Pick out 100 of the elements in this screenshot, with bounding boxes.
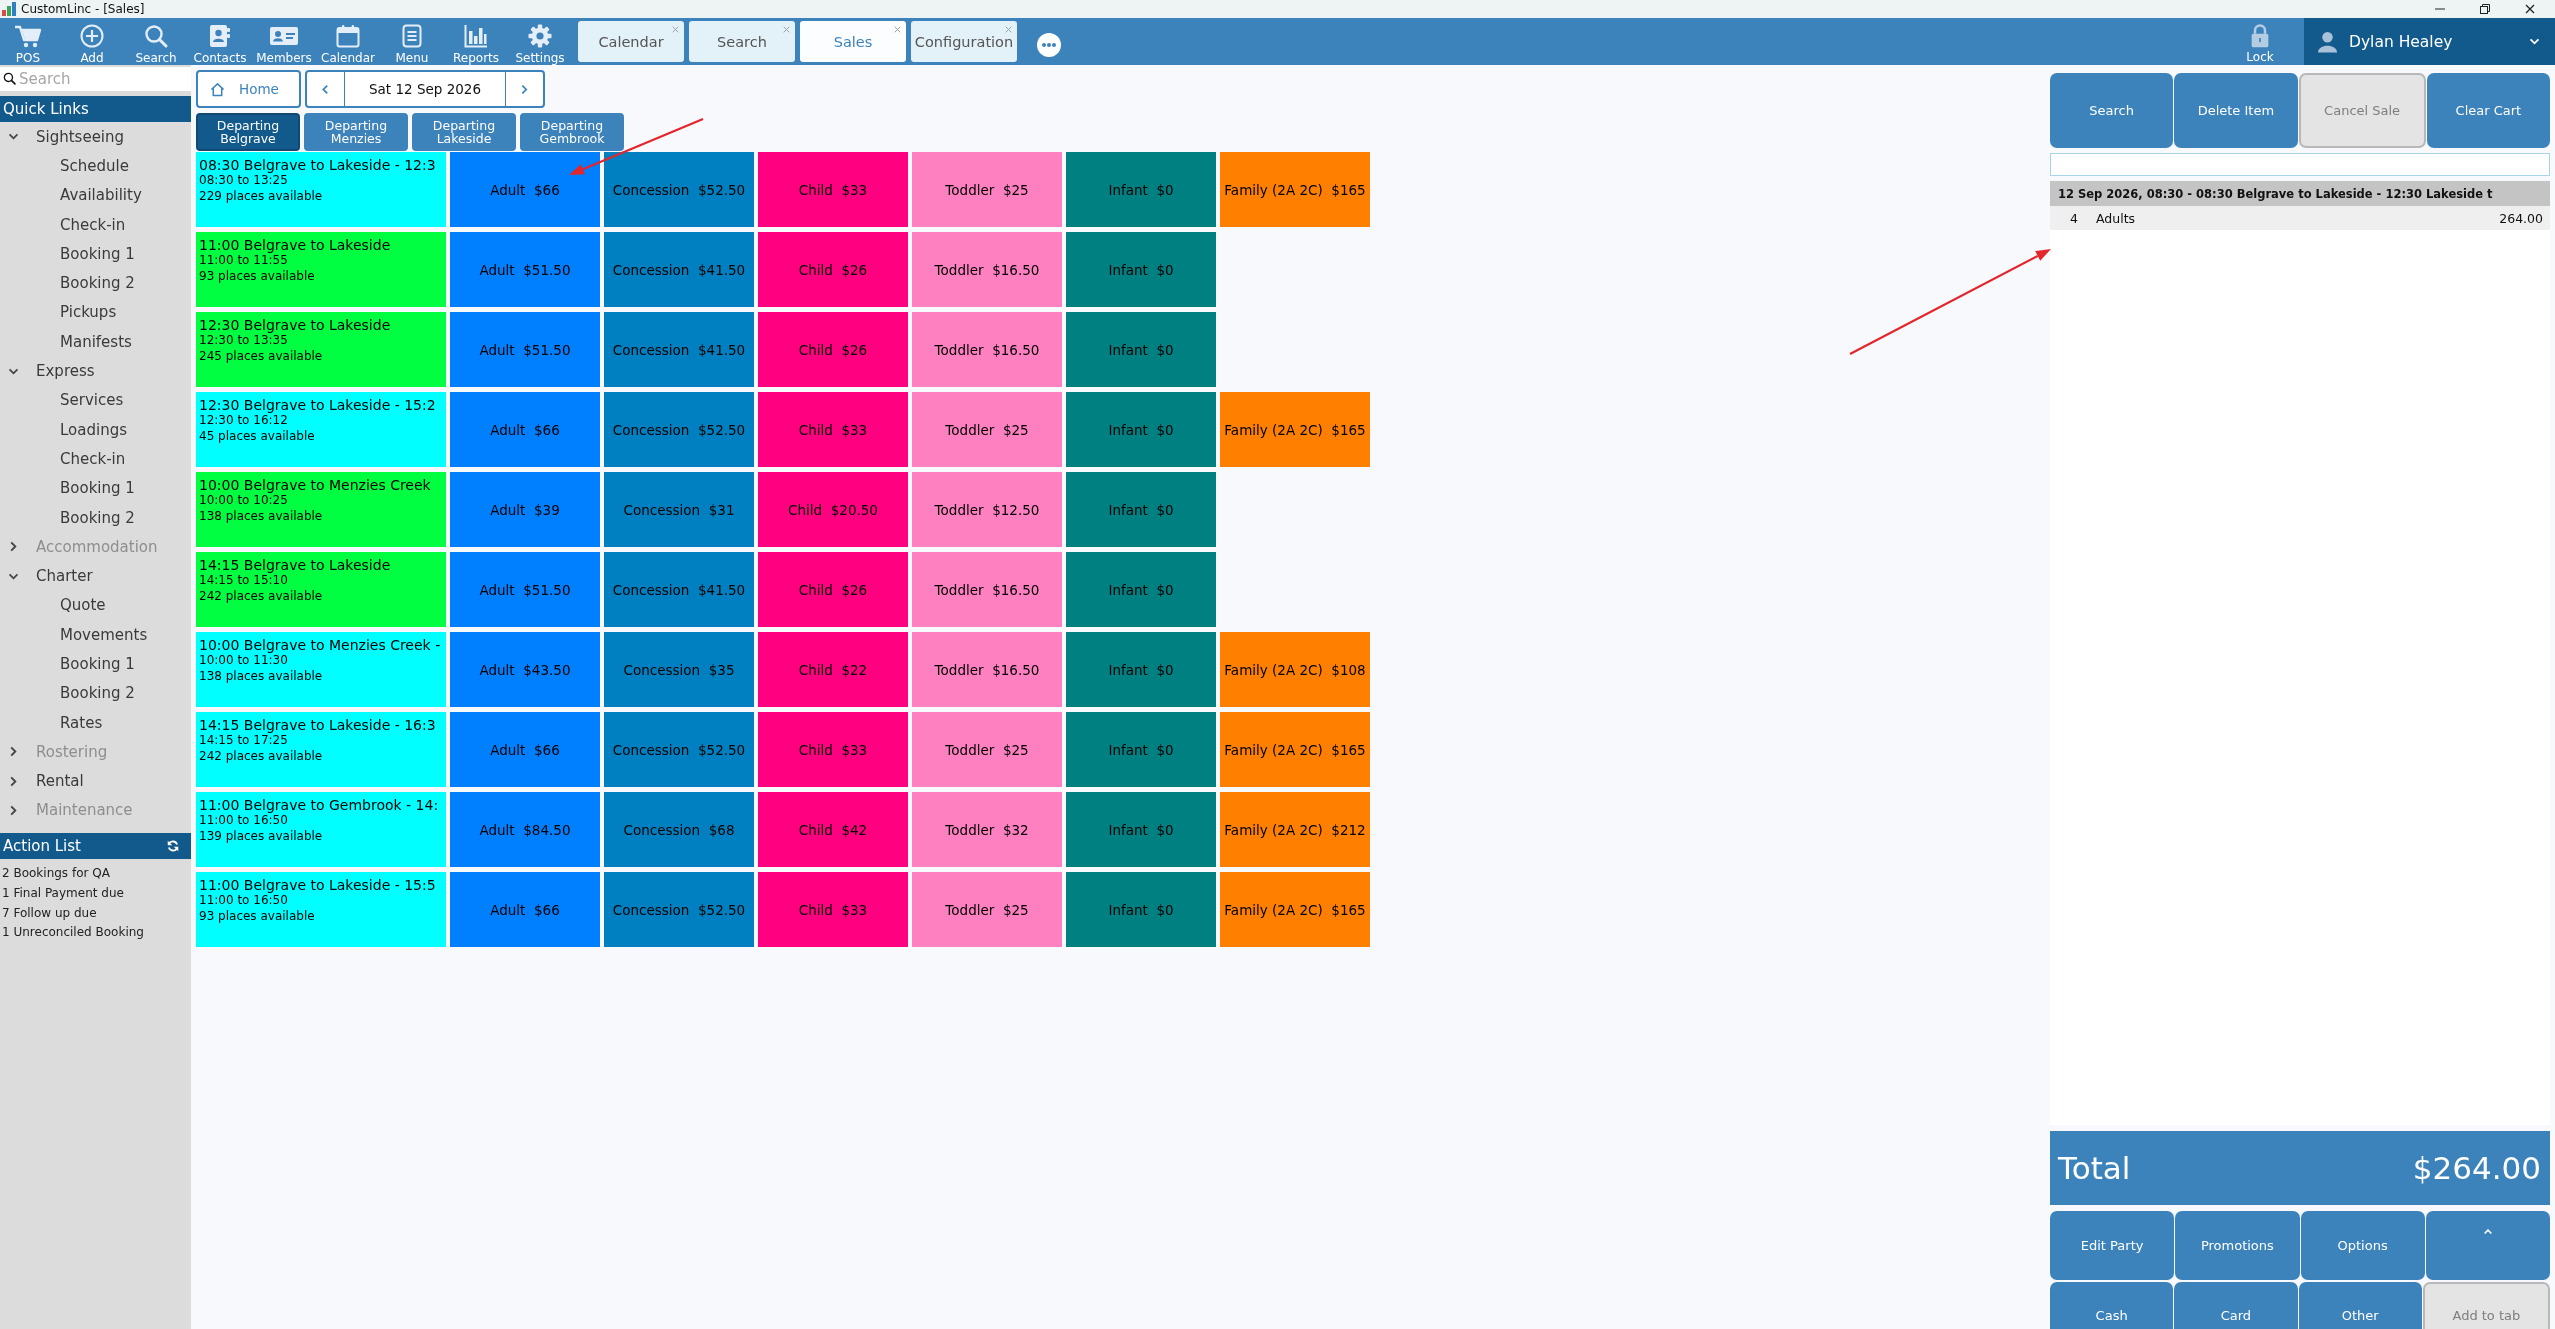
fare-button[interactable]: Child $33 <box>758 392 908 467</box>
fare-button[interactable]: Concession $41.50 <box>604 232 754 307</box>
home-button[interactable]: Home <box>196 70 301 108</box>
fare-button[interactable]: Infant $0 <box>1066 552 1216 627</box>
tree-item[interactable]: Services <box>0 385 191 415</box>
fare-button[interactable]: Family (2A 2C) $108 <box>1220 632 1370 707</box>
tree-item[interactable]: Booking 2 <box>0 678 191 708</box>
chevron-down-icon[interactable] <box>8 367 19 375</box>
tab[interactable]: Calendar <box>578 21 684 62</box>
tree-item[interactable]: Schedule <box>0 151 191 181</box>
fare-button[interactable]: Infant $0 <box>1066 472 1216 547</box>
fare-button[interactable]: Concession $52.50 <box>604 392 754 467</box>
tree-item[interactable]: Availability <box>0 180 191 210</box>
toolbar-button[interactable]: Add <box>60 18 124 65</box>
tree-item[interactable]: Quote <box>0 590 191 621</box>
action-button[interactable]: Cash <box>2050 1282 2174 1329</box>
fare-button[interactable]: Infant $0 <box>1066 632 1216 707</box>
fare-button[interactable]: Concession $68 <box>604 792 754 867</box>
fare-button[interactable]: Family (2A 2C) $165 <box>1220 392 1370 467</box>
fare-button[interactable]: Concession $52.50 <box>604 872 754 947</box>
action-item[interactable]: 2 Bookings for QA <box>0 863 191 883</box>
service-tile[interactable]: 11:00 Belgrave to Lakeside - 15:5 11:00 to 16:50 93 places available <box>196 872 446 947</box>
search-field[interactable]: Search <box>0 67 191 91</box>
fare-button[interactable]: Toddler $25 <box>912 392 1062 467</box>
fare-button[interactable]: Infant $0 <box>1066 152 1216 227</box>
tree-item[interactable]: Check-in <box>0 209 191 240</box>
fare-button[interactable]: Concession $52.50 <box>604 712 754 787</box>
fare-button[interactable]: Infant $0 <box>1066 232 1216 307</box>
action-button[interactable]: Promotions <box>2175 1211 2300 1280</box>
toolbar-button[interactable]: Calendar <box>316 18 380 65</box>
tab[interactable]: Configuration <box>911 21 1017 62</box>
tab[interactable]: Search <box>689 21 795 62</box>
tree-item[interactable]: Booking 2 <box>0 268 191 298</box>
service-tile[interactable]: 10:00 Belgrave to Menzies Creek 10:00 to 10:25 138 places available <box>196 472 446 547</box>
service-tile[interactable]: 10:00 Belgrave to Menzies Creek - 10:00 to 11:30 138 places available <box>196 632 446 707</box>
action-button[interactable]: Edit Party <box>2050 1211 2175 1280</box>
fare-button[interactable]: Concession $52.50 <box>604 152 754 227</box>
fare-button[interactable]: Toddler $25 <box>912 872 1062 947</box>
fare-button[interactable]: Adult $39 <box>450 472 600 547</box>
action-button[interactable]: Other <box>2298 1282 2422 1329</box>
fare-button[interactable]: Toddler $16.50 <box>912 312 1062 387</box>
fare-button[interactable]: Child $33 <box>758 152 908 227</box>
action-item[interactable]: 7 Follow up due <box>0 902 191 923</box>
fare-button[interactable]: Infant $0 <box>1066 712 1216 787</box>
service-tile[interactable]: 12:30 Belgrave to Lakeside 12:30 to 13:35 245 places available <box>196 312 446 387</box>
tree-item[interactable]: Sightseeing <box>0 122 191 152</box>
fare-button[interactable]: Child $26 <box>758 312 908 387</box>
departure-tab[interactable]: Departing Menzies <box>304 113 408 151</box>
tree-item[interactable]: Check-in <box>0 444 191 474</box>
fare-button[interactable]: Adult $51.50 <box>450 552 600 627</box>
toolbar-button[interactable]: Search <box>124 18 188 65</box>
action-button[interactable]: Delete Item <box>2174 73 2298 148</box>
restore-icon[interactable] <box>2480 4 2490 14</box>
tree-item[interactable]: Booking 1 <box>0 649 191 679</box>
tree-item[interactable]: Pickups <box>0 297 191 328</box>
service-tile[interactable]: 11:00 Belgrave to Gembrook - 14: 11:00 to 16:50 139 places available <box>196 792 446 867</box>
tree-item[interactable]: Express <box>0 356 191 386</box>
more-button[interactable] <box>1037 33 1061 57</box>
fare-button[interactable]: Family (2A 2C) $165 <box>1220 152 1370 227</box>
input-field[interactable] <box>2050 153 2550 176</box>
fare-button[interactable]: Adult $66 <box>450 152 600 227</box>
fare-button[interactable]: Infant $0 <box>1066 392 1216 467</box>
tree-item[interactable]: Booking 1 <box>0 473 191 503</box>
close-icon[interactable] <box>2525 4 2535 14</box>
fare-button[interactable]: Concession $41.50 <box>604 552 754 627</box>
fare-button[interactable]: Child $26 <box>758 232 908 307</box>
service-tile[interactable]: 08:30 Belgrave to Lakeside - 12:3 08:30 to 13:25 229 places available <box>196 152 446 227</box>
fare-button[interactable]: Toddler $25 <box>912 152 1062 227</box>
action-button[interactable]: Search <box>2050 73 2174 148</box>
tree-item[interactable]: Rates <box>0 707 191 738</box>
fare-button[interactable]: Child $20.50 <box>758 472 908 547</box>
toolbar-button[interactable]: Contacts <box>188 18 252 65</box>
fare-button[interactable]: Infant $0 <box>1066 312 1216 387</box>
fare-button[interactable]: Adult $43.50 <box>450 632 600 707</box>
departure-tab[interactable]: Departing Belgrave <box>196 113 300 151</box>
tree-item[interactable]: Manifests <box>0 327 191 357</box>
fare-button[interactable]: Toddler $16.50 <box>912 632 1062 707</box>
fare-button[interactable]: Adult $66 <box>450 392 600 467</box>
fare-button[interactable]: Child $42 <box>758 792 908 867</box>
action-item[interactable]: 1 Unreconciled Booking <box>0 922 191 943</box>
toolbar-button[interactable]: Menu <box>380 18 444 65</box>
fare-button[interactable]: Child $33 <box>758 712 908 787</box>
action-button[interactable]: Options <box>2300 1211 2425 1280</box>
fare-button[interactable]: Adult $66 <box>450 712 600 787</box>
chevron-right-icon[interactable] <box>8 775 19 787</box>
tree-item[interactable]: Charter <box>0 561 191 591</box>
action-button[interactable]: Clear Cart <box>2426 73 2550 148</box>
fare-button[interactable]: Toddler $32 <box>912 792 1062 867</box>
fare-button[interactable]: Concession $41.50 <box>604 312 754 387</box>
tree-item[interactable]: Movements <box>0 620 191 650</box>
chevron-down-icon[interactable] <box>8 133 19 141</box>
fare-button[interactable]: Concession $31 <box>604 472 754 547</box>
fare-button[interactable]: Adult $51.50 <box>450 312 600 387</box>
action-item[interactable]: 1 Final Payment due <box>0 882 191 903</box>
fare-button[interactable]: Toddler $25 <box>912 712 1062 787</box>
refresh-icon[interactable] <box>167 840 179 853</box>
fare-button[interactable]: Family (2A 2C) $212 <box>1220 792 1370 867</box>
tree-item[interactable]: Booking 1 <box>0 239 191 269</box>
fare-button[interactable]: Family (2A 2C) $165 <box>1220 872 1370 947</box>
service-tile[interactable]: 11:00 Belgrave to Lakeside 11:00 to 11:55 93 places available <box>196 232 446 307</box>
